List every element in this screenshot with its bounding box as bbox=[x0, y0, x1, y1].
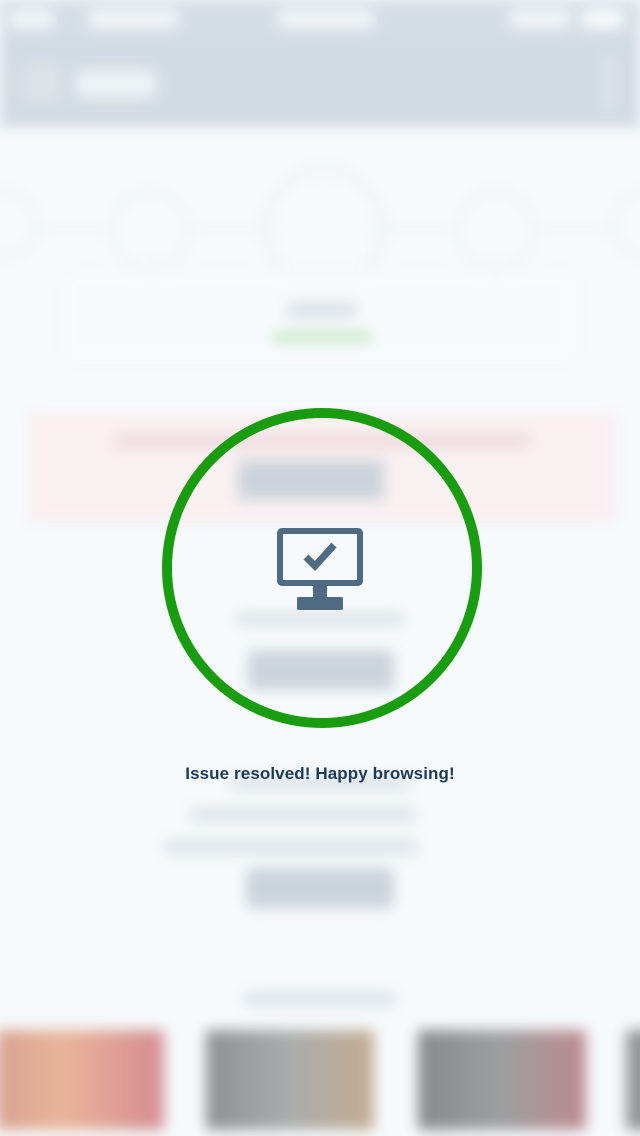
status-bar bbox=[0, 0, 640, 40]
background-text bbox=[164, 840, 418, 854]
success-message: Issue resolved! Happy browsing! bbox=[185, 764, 455, 783]
background-thumbnail bbox=[418, 1030, 586, 1130]
menu-icon bbox=[24, 68, 60, 98]
background-thumbnail bbox=[0, 1030, 164, 1130]
step-circle bbox=[612, 190, 640, 258]
step-circle bbox=[0, 190, 38, 258]
background-thumbnail bbox=[206, 1030, 374, 1130]
app-screen: Issue resolved! Happy browsing! bbox=[0, 0, 640, 1136]
monitor-check-icon bbox=[277, 528, 363, 610]
step-circle bbox=[110, 190, 190, 270]
app-header bbox=[0, 40, 640, 128]
app-logo bbox=[76, 70, 156, 98]
step-circle bbox=[456, 190, 536, 270]
background-text bbox=[190, 808, 416, 822]
status-card bbox=[60, 268, 584, 368]
background-section-title bbox=[244, 992, 396, 1006]
background-button bbox=[246, 868, 394, 908]
background-thumbnail bbox=[626, 1030, 640, 1130]
more-options-icon bbox=[604, 60, 618, 112]
